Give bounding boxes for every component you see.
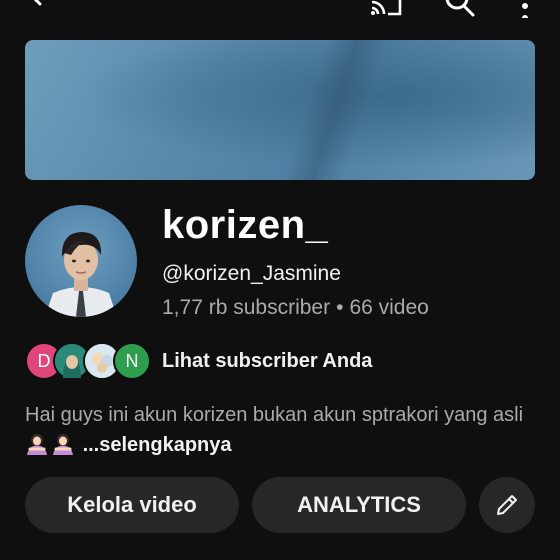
- view-subscribers-row[interactable]: D N Lihat subscriber Anda: [25, 342, 545, 380]
- channel-stats: 1,77 rb subscriber • 66 video: [162, 296, 429, 320]
- more-vertical-icon: [522, 3, 528, 18]
- channel-avatar[interactable]: [25, 205, 137, 317]
- channel-description[interactable]: Hai guys ini akun korizen bukan akun spt…: [25, 400, 540, 460]
- view-subscribers-label: Lihat subscriber Anda: [162, 350, 373, 372]
- more-button[interactable]: [510, 0, 540, 18]
- description-text: Hai guys ini akun korizen bukan akun spt…: [25, 404, 524, 426]
- avatar-photo: [45, 232, 117, 317]
- top-app-bar: [0, 0, 560, 22]
- search-icon: [445, 0, 475, 17]
- stats-separator: •: [336, 296, 344, 319]
- edit-channel-button[interactable]: [479, 477, 535, 533]
- arrow-left-icon: [33, 0, 42, 6]
- cast-icon: [371, 0, 402, 16]
- subscriber-initial: N: [125, 350, 139, 371]
- manage-videos-button[interactable]: Kelola video: [25, 477, 239, 533]
- pencil-icon: [497, 495, 517, 515]
- banner-texture: [282, 40, 388, 180]
- gesture-emoji: [25, 433, 49, 455]
- video-count: 66 video: [349, 296, 429, 319]
- search-button[interactable]: [440, 0, 480, 20]
- back-button[interactable]: [24, 0, 64, 18]
- channel-handle: @korizen_Jasmine: [162, 262, 341, 285]
- show-more-link[interactable]: ...selengkapnya: [83, 434, 232, 456]
- analytics-button[interactable]: ANALYTICS: [252, 477, 466, 533]
- cast-button[interactable]: [366, 0, 406, 18]
- channel-banner[interactable]: [25, 40, 535, 180]
- subscriber-initial: D: [37, 350, 51, 371]
- subscriber-avatar-4: N: [113, 342, 151, 380]
- gesture-emoji: [51, 433, 75, 455]
- subscriber-count: 1,77 rb subscriber: [162, 296, 331, 319]
- channel-name: korizen_: [162, 203, 329, 247]
